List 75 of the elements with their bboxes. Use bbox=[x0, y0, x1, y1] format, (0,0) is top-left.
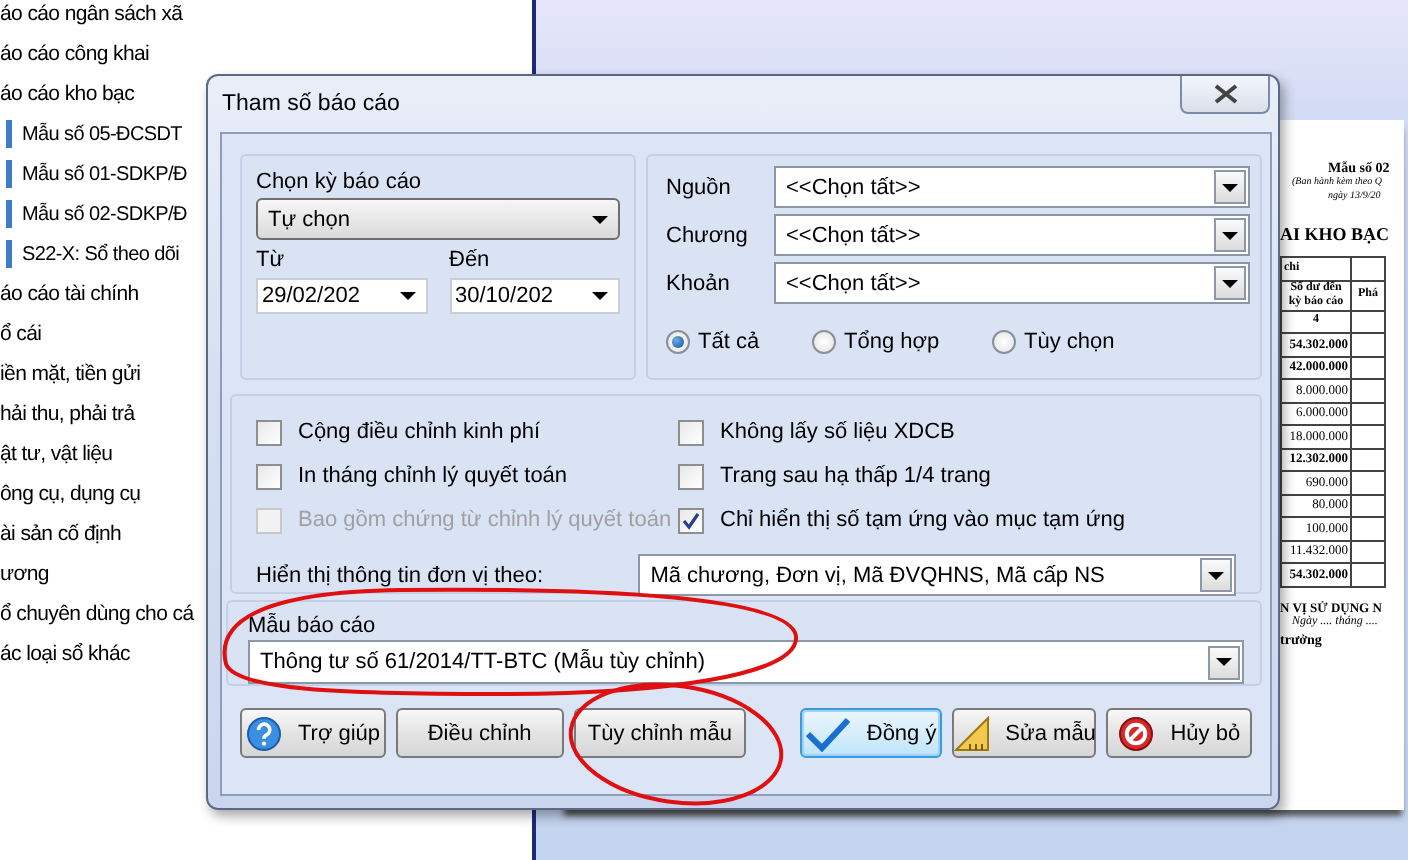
caret-icon bbox=[592, 292, 608, 300]
tree-item[interactable]: Mẫu số 05-ĐCSDT bbox=[22, 120, 182, 150]
checkbox-label[interactable]: Chỉ hiển thị số tạm ứng vào mục tạm ứng bbox=[720, 508, 1125, 532]
field-label: Mẫu báo cáo bbox=[248, 614, 376, 638]
tree-item[interactable]: áo cáo ngân sách xã bbox=[0, 0, 183, 30]
tree-item[interactable]: áo cáo tài chính bbox=[0, 280, 139, 310]
field-label: Nguồn bbox=[666, 175, 733, 199]
date-field[interactable]: 29/02/202 bbox=[256, 278, 427, 314]
item-marker-icon bbox=[6, 240, 12, 268]
window-title: Tham số báo cáo bbox=[222, 92, 400, 116]
close-button[interactable] bbox=[1180, 76, 1270, 114]
radio-label[interactable]: Tất cả bbox=[698, 330, 760, 354]
checkbox-label[interactable]: Không lấy số liệu XDCB bbox=[720, 420, 955, 444]
dropdown-arrow-icon bbox=[1222, 279, 1238, 287]
field-label: Chương bbox=[666, 223, 750, 247]
tree-item[interactable]: ác loại sổ khác bbox=[0, 640, 130, 670]
dropdown-arrow-icon bbox=[1216, 658, 1232, 666]
dropdown[interactable]: <<Chọn tất>> bbox=[774, 262, 1250, 304]
field-label: Chọn kỳ báo cáo bbox=[256, 170, 424, 194]
checkbox-label[interactable]: Cộng điều chỉnh kinh phí bbox=[298, 420, 541, 444]
dropdown-arrow-icon bbox=[1208, 571, 1224, 579]
tree-item[interactable]: ông cụ, dụng cụ bbox=[0, 480, 141, 510]
ok-button[interactable]: Đồng ý bbox=[800, 708, 943, 758]
tree-item[interactable]: áo cáo công khai bbox=[0, 40, 150, 70]
field-label: Hiển thị thông tin đơn vị theo: bbox=[256, 563, 546, 587]
close-icon bbox=[1213, 84, 1237, 104]
date-field[interactable]: 30/10/202 bbox=[449, 278, 620, 314]
tree-item[interactable]: iền mặt, tiền gửi bbox=[0, 360, 141, 390]
tree-item[interactable]: áo cáo kho bạc bbox=[0, 80, 135, 110]
document-heading: AI KHO BẠC bbox=[1280, 224, 1392, 244]
period-select[interactable]: Tự chọn bbox=[256, 198, 620, 240]
caret-icon bbox=[399, 292, 415, 300]
checkbox[interactable] bbox=[678, 507, 704, 533]
checkbox[interactable] bbox=[678, 463, 704, 489]
tree-item[interactable]: ổ chuyên dùng cho cá bbox=[0, 600, 194, 630]
customize-template-button[interactable]: Tùy chỉnh mẫu bbox=[573, 708, 747, 758]
help-icon bbox=[245, 715, 282, 751]
radio-button[interactable] bbox=[992, 330, 1016, 354]
tree-item[interactable]: ổ cái bbox=[0, 320, 42, 350]
cancel-icon bbox=[1118, 715, 1155, 751]
checkbox[interactable] bbox=[678, 419, 704, 445]
dropdown[interactable]: <<Chọn tất>> bbox=[774, 214, 1250, 256]
radio-label[interactable]: Tổng hợp bbox=[844, 330, 940, 354]
tree-item[interactable]: ật tư, vật liệu bbox=[0, 440, 113, 470]
tree-item[interactable]: hải thu, phải trả bbox=[0, 400, 135, 430]
field-label: Từ bbox=[256, 248, 287, 272]
tree-item[interactable]: ài sản cố định bbox=[0, 520, 122, 550]
checkbox[interactable] bbox=[256, 419, 282, 445]
template-dropdown[interactable]: Thông tư số 61/2014/TT-BTC (Mẫu tùy chỉnh) bbox=[248, 640, 1244, 684]
dropdown[interactable]: <<Chọn tất>> bbox=[774, 166, 1250, 208]
adjust-button[interactable]: Điều chỉnh bbox=[396, 708, 564, 758]
radio-button[interactable] bbox=[812, 330, 836, 354]
checkmark-icon bbox=[806, 715, 851, 751]
item-marker-icon bbox=[6, 160, 12, 188]
tree-item[interactable]: ương bbox=[0, 560, 49, 590]
item-marker-icon bbox=[6, 200, 12, 228]
radio-label[interactable]: Tùy chọn bbox=[1024, 330, 1115, 354]
dropdown-arrow-icon bbox=[1222, 183, 1238, 191]
tree-item[interactable]: Mẫu số 01-SDKP/Đ bbox=[22, 160, 187, 190]
item-marker-icon bbox=[6, 120, 12, 148]
field-label: Khoản bbox=[666, 271, 732, 295]
dropdown[interactable]: Mã chương, Đơn vị, Mã ĐVQHNS, Mã cấp NS bbox=[638, 554, 1236, 596]
edit-template-button[interactable]: Sửa mẫu bbox=[952, 708, 1097, 758]
dropdown-arrow-icon bbox=[592, 215, 608, 223]
checkbox-label[interactable]: Trang sau hạ thấp 1/4 trang bbox=[720, 464, 991, 488]
checkmark-icon bbox=[682, 511, 700, 529]
dropdown-arrow-icon bbox=[1222, 231, 1238, 239]
tree-item[interactable]: Mẫu số 02-SDKP/Đ bbox=[22, 200, 187, 230]
cancel-button[interactable]: Hủy bỏ bbox=[1106, 708, 1252, 758]
checkbox[interactable] bbox=[256, 463, 282, 489]
tree-item[interactable]: S22-X: Sổ theo dõi bbox=[22, 240, 180, 270]
radio-button[interactable] bbox=[666, 330, 690, 354]
field-label: Đến bbox=[449, 248, 492, 272]
help-button[interactable]: Trợ giúp bbox=[240, 708, 386, 758]
checkbox-label[interactable]: In tháng chỉnh lý quyết toán bbox=[298, 464, 568, 488]
